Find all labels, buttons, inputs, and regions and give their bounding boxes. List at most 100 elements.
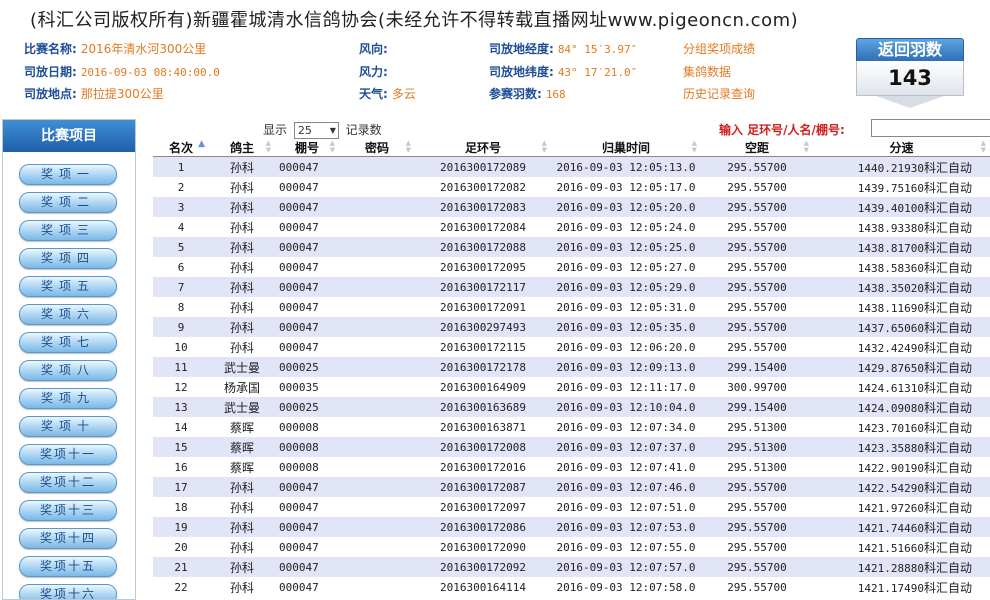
distance-cell: 295.55700 [701,297,813,317]
speed-source: 科汇自动 [923,240,972,255]
prize-button[interactable]: 奖项十 [19,416,117,437]
rank-cell: 15 [153,437,209,457]
speed-source: 科汇自动 [923,440,972,455]
speed-source: 科汇自动 [923,300,972,315]
speed-value: 1432.42490 [857,341,924,355]
owner-cell: 杨承国 [209,377,275,397]
column-header-owner[interactable]: 鸽主 ▲ ▼ [209,138,275,157]
column-header-speed[interactable]: 分速 ▲ ▼ [813,138,990,157]
speed-cell: 1423.35880科汇自动 [813,437,990,457]
speed-source: 科汇自动 [923,420,972,435]
speed-source: 科汇自动 [923,160,972,175]
distance-cell: 295.55700 [701,237,813,257]
rank-cell: 12 [153,377,209,397]
table-row: 21 孙科 000047 2016300172092 2016-09-03 12:07:… [153,557,990,577]
speed-value: 1421.51660 [857,541,924,555]
back-count-button[interactable]: 返回羽数 143 [856,38,964,112]
code-cell [339,237,415,257]
rank-cell: 21 [153,557,209,577]
loft-cell: 000047 [275,217,339,237]
code-cell [339,377,415,397]
column-header-rank[interactable]: 名次 ▲ [153,138,209,157]
arrival-time-cell: 2016-09-03 12:09:13.0 [551,357,701,377]
prize-button[interactable]: 奖项十三 [19,500,117,521]
prize-button[interactable]: 奖项五 [19,276,117,297]
code-cell [339,277,415,297]
history-query-link[interactable]: 历史记录查询 [683,85,755,102]
prize-button[interactable]: 奖项八 [19,360,117,381]
rank-cell: 19 [153,517,209,537]
prize-button[interactable]: 奖项一 [19,164,117,185]
distance-cell: 295.55700 [701,156,813,177]
table-row: 6 孙科 000047 2016300172095 2016-09-03 12:05:2… [153,257,990,277]
prize-button[interactable]: 奖项九 [19,388,117,409]
collection-data-link[interactable]: 集鸽数据 [683,63,731,80]
release-date-label: 司放日期: [24,65,77,79]
speed-value: 1421.74460 [857,521,924,535]
rank-cell: 18 [153,497,209,517]
rank-cell: 22 [153,577,209,597]
owner-cell: 孙科 [209,517,275,537]
code-cell [339,357,415,377]
owner-cell: 孙科 [209,257,275,277]
group-results-link[interactable]: 分组奖项成绩 [683,40,755,57]
table-row: 2 孙科 000047 2016300172082 2016-09-03 12:05:1… [153,177,990,197]
prize-button[interactable]: 奖项六 [19,304,117,325]
prize-button[interactable]: 奖项四 [19,248,117,269]
distance-cell: 299.15400 [701,397,813,417]
loft-cell: 000047 [275,337,339,357]
prize-button[interactable]: 奖项十二 [19,472,117,493]
column-header-distance[interactable]: 空距 ▲ ▼ [701,138,813,157]
owner-cell: 蔡晖 [209,457,275,477]
code-cell [339,217,415,237]
speed-cell: 1421.97260科汇自动 [813,497,990,517]
prize-button[interactable]: 奖项二 [19,192,117,213]
loft-cell: 000047 [275,477,339,497]
prize-button[interactable]: 奖项三 [19,220,117,241]
table-row: 19 孙科 000047 2016300172086 2016-09-03 12:07:… [153,517,990,537]
table-header-row: 名次 ▲ 鸽主 ▲ ▼ 棚号 ▲ ▼ 密码 ▲ ▼ 足环号 ▲ ▼ 归巢时间 ▲ ▼ 空距 ▲ ▼ 分速 ▲… [153,138,990,157]
wind-force-label: 风力: [359,65,388,79]
loft-cell: 000047 [275,237,339,257]
distance-cell: 295.55700 [701,497,813,517]
column-header-ring[interactable]: 足环号 ▲ ▼ [415,138,551,157]
distance-cell: 295.55700 [701,277,813,297]
search-input[interactable] [871,119,990,137]
arrival-time-cell: 2016-09-03 12:05:24.0 [551,217,701,237]
loft-cell: 000047 [275,557,339,577]
arrival-time-cell: 2016-09-03 12:05:17.0 [551,177,701,197]
arrival-time-cell: 2016-09-03 12:11:17.0 [551,377,701,397]
speed-cell: 1438.81700科汇自动 [813,237,990,257]
speed-cell: 1423.70160科汇自动 [813,417,990,437]
code-cell [339,417,415,437]
prize-button[interactable]: 奖项十一 [19,444,117,465]
page-title: (科汇公司版权所有)新疆霍城清水信鸽协会(未经允许不得转载直播网址www.pig… [30,10,799,31]
speed-source: 科汇自动 [923,460,972,475]
race-items-sidebar: 比赛项目 奖项一 奖项二 奖项三 奖项四 奖项五 奖项六 奖项七 奖项八 奖项九… [2,119,136,600]
owner-cell: 孙科 [209,177,275,197]
column-header-code[interactable]: 密码 ▲ ▼ [339,138,415,157]
prize-button[interactable]: 奖项十五 [19,556,117,577]
rank-cell: 9 [153,317,209,337]
birds-count-value: 168 [545,88,566,101]
speed-value: 1438.58360 [857,261,924,275]
loft-cell: 000025 [275,357,339,377]
speed-source: 科汇自动 [923,480,972,495]
rank-cell: 2 [153,177,209,197]
arrival-time-cell: 2016-09-03 12:07:53.0 [551,517,701,537]
speed-cell: 1438.11690科汇自动 [813,297,990,317]
arrival-time-cell: 2016-09-03 12:07:41.0 [551,457,701,477]
column-header-arrival[interactable]: 归巢时间 ▲ ▼ [551,138,701,157]
prize-button[interactable]: 奖项十四 [19,528,117,549]
owner-cell: 武士曼 [209,357,275,377]
loft-cell: 000047 [275,177,339,197]
ring-cell: 2016300172083 [415,197,551,217]
arrival-time-cell: 2016-09-03 12:07:57.0 [551,557,701,577]
ring-cell: 2016300297493 [415,317,551,337]
speed-value: 1424.09080 [857,401,924,415]
prize-button[interactable]: 奖项七 [19,332,117,353]
search-label: 输入 足环号/人名/棚号: [719,123,845,137]
loft-cell: 000025 [275,397,339,417]
column-header-loft[interactable]: 棚号 ▲ ▼ [275,138,339,157]
page-size-select[interactable]: 25 ▼ [293,122,339,139]
